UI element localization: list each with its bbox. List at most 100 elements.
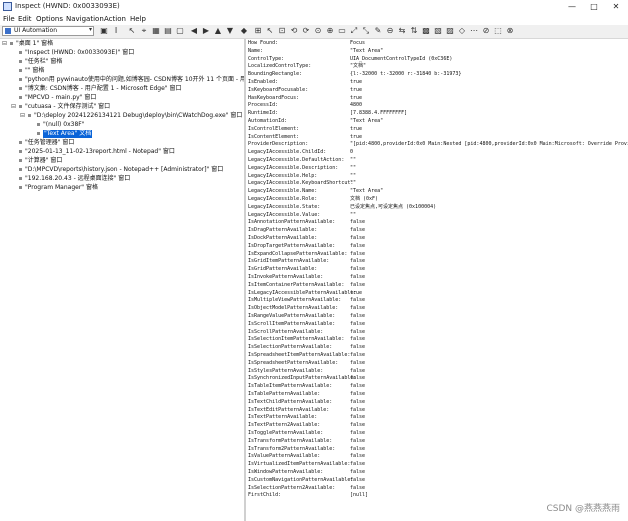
toolbar-button-27-icon[interactable]: ▧ <box>434 27 442 35</box>
toolbar-button-22-icon[interactable]: ✎ <box>374 27 382 35</box>
tree-item[interactable]: "" 窗格 <box>11 67 44 75</box>
menu-file[interactable]: File <box>3 15 15 23</box>
property-name: LegacyIAccessible.Description: <box>248 164 339 171</box>
toolbar-button-23-icon[interactable]: ⊖ <box>386 27 394 35</box>
toolbar-button-1-icon[interactable]: I <box>112 27 120 35</box>
property-name: LegacyIAccessible.Role: <box>248 196 318 202</box>
toolbar-button-29-icon[interactable]: ◇ <box>458 27 466 35</box>
toolbar-button-10-icon[interactable]: ▼ <box>226 27 234 35</box>
watermark: CSDN @燕燕燕雨 <box>546 504 620 514</box>
tree-item[interactable]: "2025-01-13_11-02-13report.html - Notepa… <box>11 148 175 156</box>
tree-item[interactable]: "MPCVD - main.py" 窗口 <box>11 94 96 102</box>
toolbar-button-14-icon[interactable]: ⊡ <box>278 27 286 35</box>
tree-item[interactable]: "任务管理器" 窗口 <box>11 139 74 147</box>
tree-item[interactable]: "D:\MPCVD\reports\history.json - Notepad… <box>11 166 223 174</box>
toolbar-button-4-icon[interactable]: ▦ <box>152 27 160 35</box>
property-row: IsSpreadsheetItemPatternAvailable: false <box>248 352 365 359</box>
property-name: IsTransform2PatternAvailable: <box>248 445 336 452</box>
property-name: IsWindowPatternAvailable: <box>248 469 324 475</box>
tree-item[interactable]: "Program Manager" 窗格 <box>11 184 98 192</box>
toolbar-button-26-icon[interactable]: ▩ <box>422 27 430 35</box>
tree-item[interactable]: ⊟ "桌面 1" 窗格 <box>2 40 53 48</box>
toolbar-button-33-icon[interactable]: ⊗ <box>506 27 514 35</box>
property-value: false <box>350 422 366 429</box>
property-name: LegacyIAccessible.Value: <box>248 211 321 218</box>
toolbar-button-18-icon[interactable]: ⊕ <box>326 27 334 35</box>
toolbar-button-31-icon[interactable]: ⊘ <box>482 27 490 35</box>
toolbar-button-13-icon[interactable]: ↖ <box>266 27 274 35</box>
tree-item[interactable]: "python用 pywinauto使用中的问题,如博客园- CSDN博客 10… <box>11 76 244 84</box>
property-value: false <box>350 414 366 421</box>
tree-item[interactable]: ⊟ "cutuasa - 文件保存测试" 窗口 <box>11 103 110 111</box>
view-mode-select[interactable]: UI Automation ▾ <box>2 26 94 36</box>
property-value: 4800 <box>350 102 363 109</box>
toolbar-button-9-icon[interactable]: ▲ <box>214 27 222 35</box>
element-node-icon <box>19 185 22 189</box>
collapse-toggle-icon[interactable]: ⊟ <box>2 40 8 48</box>
toolbar-button-7-icon[interactable]: ◀ <box>190 27 198 35</box>
tree-item[interactable]: "计算器" 窗口 <box>11 157 62 165</box>
toolbar: UI Automation ▾ ▣ I ↖ ⌖ ▦ ▤ ▢ ◀ ▶ ▲ ▼ ◆ ⊞ ↖ ⊡ ⟲ ⟳ ⊙ ⊕ ▭ ⤢ ⤡ ✎ ⊖… <box>0 25 628 39</box>
menu-action[interactable]: Action <box>104 15 126 23</box>
tree-item[interactable]: "192.168.20.43 - 远程桌面连接" 窗口 <box>11 175 130 183</box>
property-name: IsAnnotationPatternAvailable: <box>248 219 336 226</box>
menu-edit[interactable]: Edit <box>18 15 32 23</box>
toolbar-button-25-icon[interactable]: ⇅ <box>410 27 418 35</box>
property-value: {l:-32000 t:-32000 r:-31840 b:-31973} <box>350 71 462 78</box>
close-button[interactable]: ✕ <box>606 1 626 13</box>
tree-item[interactable]: "博文集: CSDN博客 - 用户配置 1 - Microsoft Edge" … <box>11 85 181 93</box>
toolbar-button-21-icon[interactable]: ⤡ <box>362 27 370 35</box>
property-name: IsKeyboardFocusable: <box>248 86 309 93</box>
toolbar-button-5-icon[interactable]: ▤ <box>164 27 172 35</box>
property-row: IsValuePatternAvailable: false <box>248 453 365 460</box>
tree-item[interactable]: "(null) 0x38F" <box>29 121 85 129</box>
collapse-toggle-icon[interactable]: ⊟ <box>11 103 17 111</box>
property-row: ProviderDescription: "[pid:4800,providerI… <box>248 141 628 148</box>
toolbar-button-0-icon[interactable]: ▣ <box>100 27 108 35</box>
toolbar-button-20-icon[interactable]: ⤢ <box>350 27 358 35</box>
property-value: "文档" <box>350 63 367 70</box>
tree-item[interactable]: "Inspect (HWND: 0x0033093E)" 窗口 <box>11 49 134 57</box>
toolbar-button-11-icon[interactable]: ◆ <box>240 27 248 35</box>
maximize-button[interactable]: □ <box>584 1 604 13</box>
property-name: LegacyIAccessible.Help: <box>248 172 318 179</box>
toolbar-button-19-icon[interactable]: ▭ <box>338 27 346 35</box>
menu-navigation[interactable]: Navigation <box>66 15 104 23</box>
tree-item[interactable]: ⊟ "D:\deploy 20241226134121 Debug\deploy\… <box>20 112 242 120</box>
tree-item-label: "python用 pywinauto使用中的问题,如博客园- CSDN博客 10… <box>25 76 244 83</box>
toolbar-button-3-icon[interactable]: ⌖ <box>140 27 148 35</box>
property-name: IsTransformPatternAvailable: <box>248 437 333 444</box>
element-node-icon <box>19 59 22 63</box>
property-name: IsLegacyIAccessiblePatternAvailable: <box>248 289 357 296</box>
element-tree[interactable]: ⊟ "桌面 1" 窗格 "Inspect (HWND: 0x0033093E)" 窗… <box>0 39 244 521</box>
menu-options[interactable]: Options <box>36 15 63 23</box>
property-row: LegacyIAccessible.Description: "" <box>248 164 356 172</box>
toolbar-button-17-icon[interactable]: ⊙ <box>314 27 322 35</box>
property-name: IsDragPatternAvailable: <box>248 227 318 234</box>
property-name: ProviderDescription: <box>248 141 309 148</box>
toolbar-button-2-icon[interactable]: ↖ <box>128 27 136 35</box>
toolbar-button-16-icon[interactable]: ⟳ <box>302 27 310 35</box>
toolbar-button-8-icon[interactable]: ▶ <box>202 27 210 35</box>
property-row: IsTextChildPatternAvailable: false <box>248 399 365 406</box>
toolbar-button-28-icon[interactable]: ▨ <box>446 27 454 35</box>
toolbar-button-24-icon[interactable]: ⇆ <box>398 27 406 35</box>
toolbar-button-15-icon[interactable]: ⟲ <box>290 27 298 35</box>
menu-help[interactable]: Help <box>130 15 146 23</box>
property-value: false <box>350 250 366 257</box>
element-node-icon <box>19 77 22 81</box>
collapse-toggle-icon[interactable]: ⊟ <box>20 112 26 120</box>
chevron-down-icon: ▾ <box>88 26 92 33</box>
toolbar-button-30-icon[interactable]: ⋯ <box>470 27 478 35</box>
toolbar-button-6-icon[interactable]: ▢ <box>176 27 184 35</box>
minimize-button[interactable]: — <box>562 1 582 13</box>
property-name: IsValuePatternAvailable: <box>248 453 321 460</box>
tree-item[interactable]: "任务栏" 窗格 <box>11 58 62 66</box>
property-value: false <box>350 375 366 382</box>
toolbar-button-12-icon[interactable]: ⊞ <box>254 27 262 35</box>
property-name: IsStylesPatternAvailable: <box>248 367 324 374</box>
tree-item[interactable]: "Text Area" 文档 <box>29 130 93 138</box>
toolbar-button-32-icon[interactable]: ⬚ <box>494 27 502 35</box>
property-value: false <box>350 266 366 273</box>
property-name: LegacyIAccessible.State: <box>248 203 321 210</box>
